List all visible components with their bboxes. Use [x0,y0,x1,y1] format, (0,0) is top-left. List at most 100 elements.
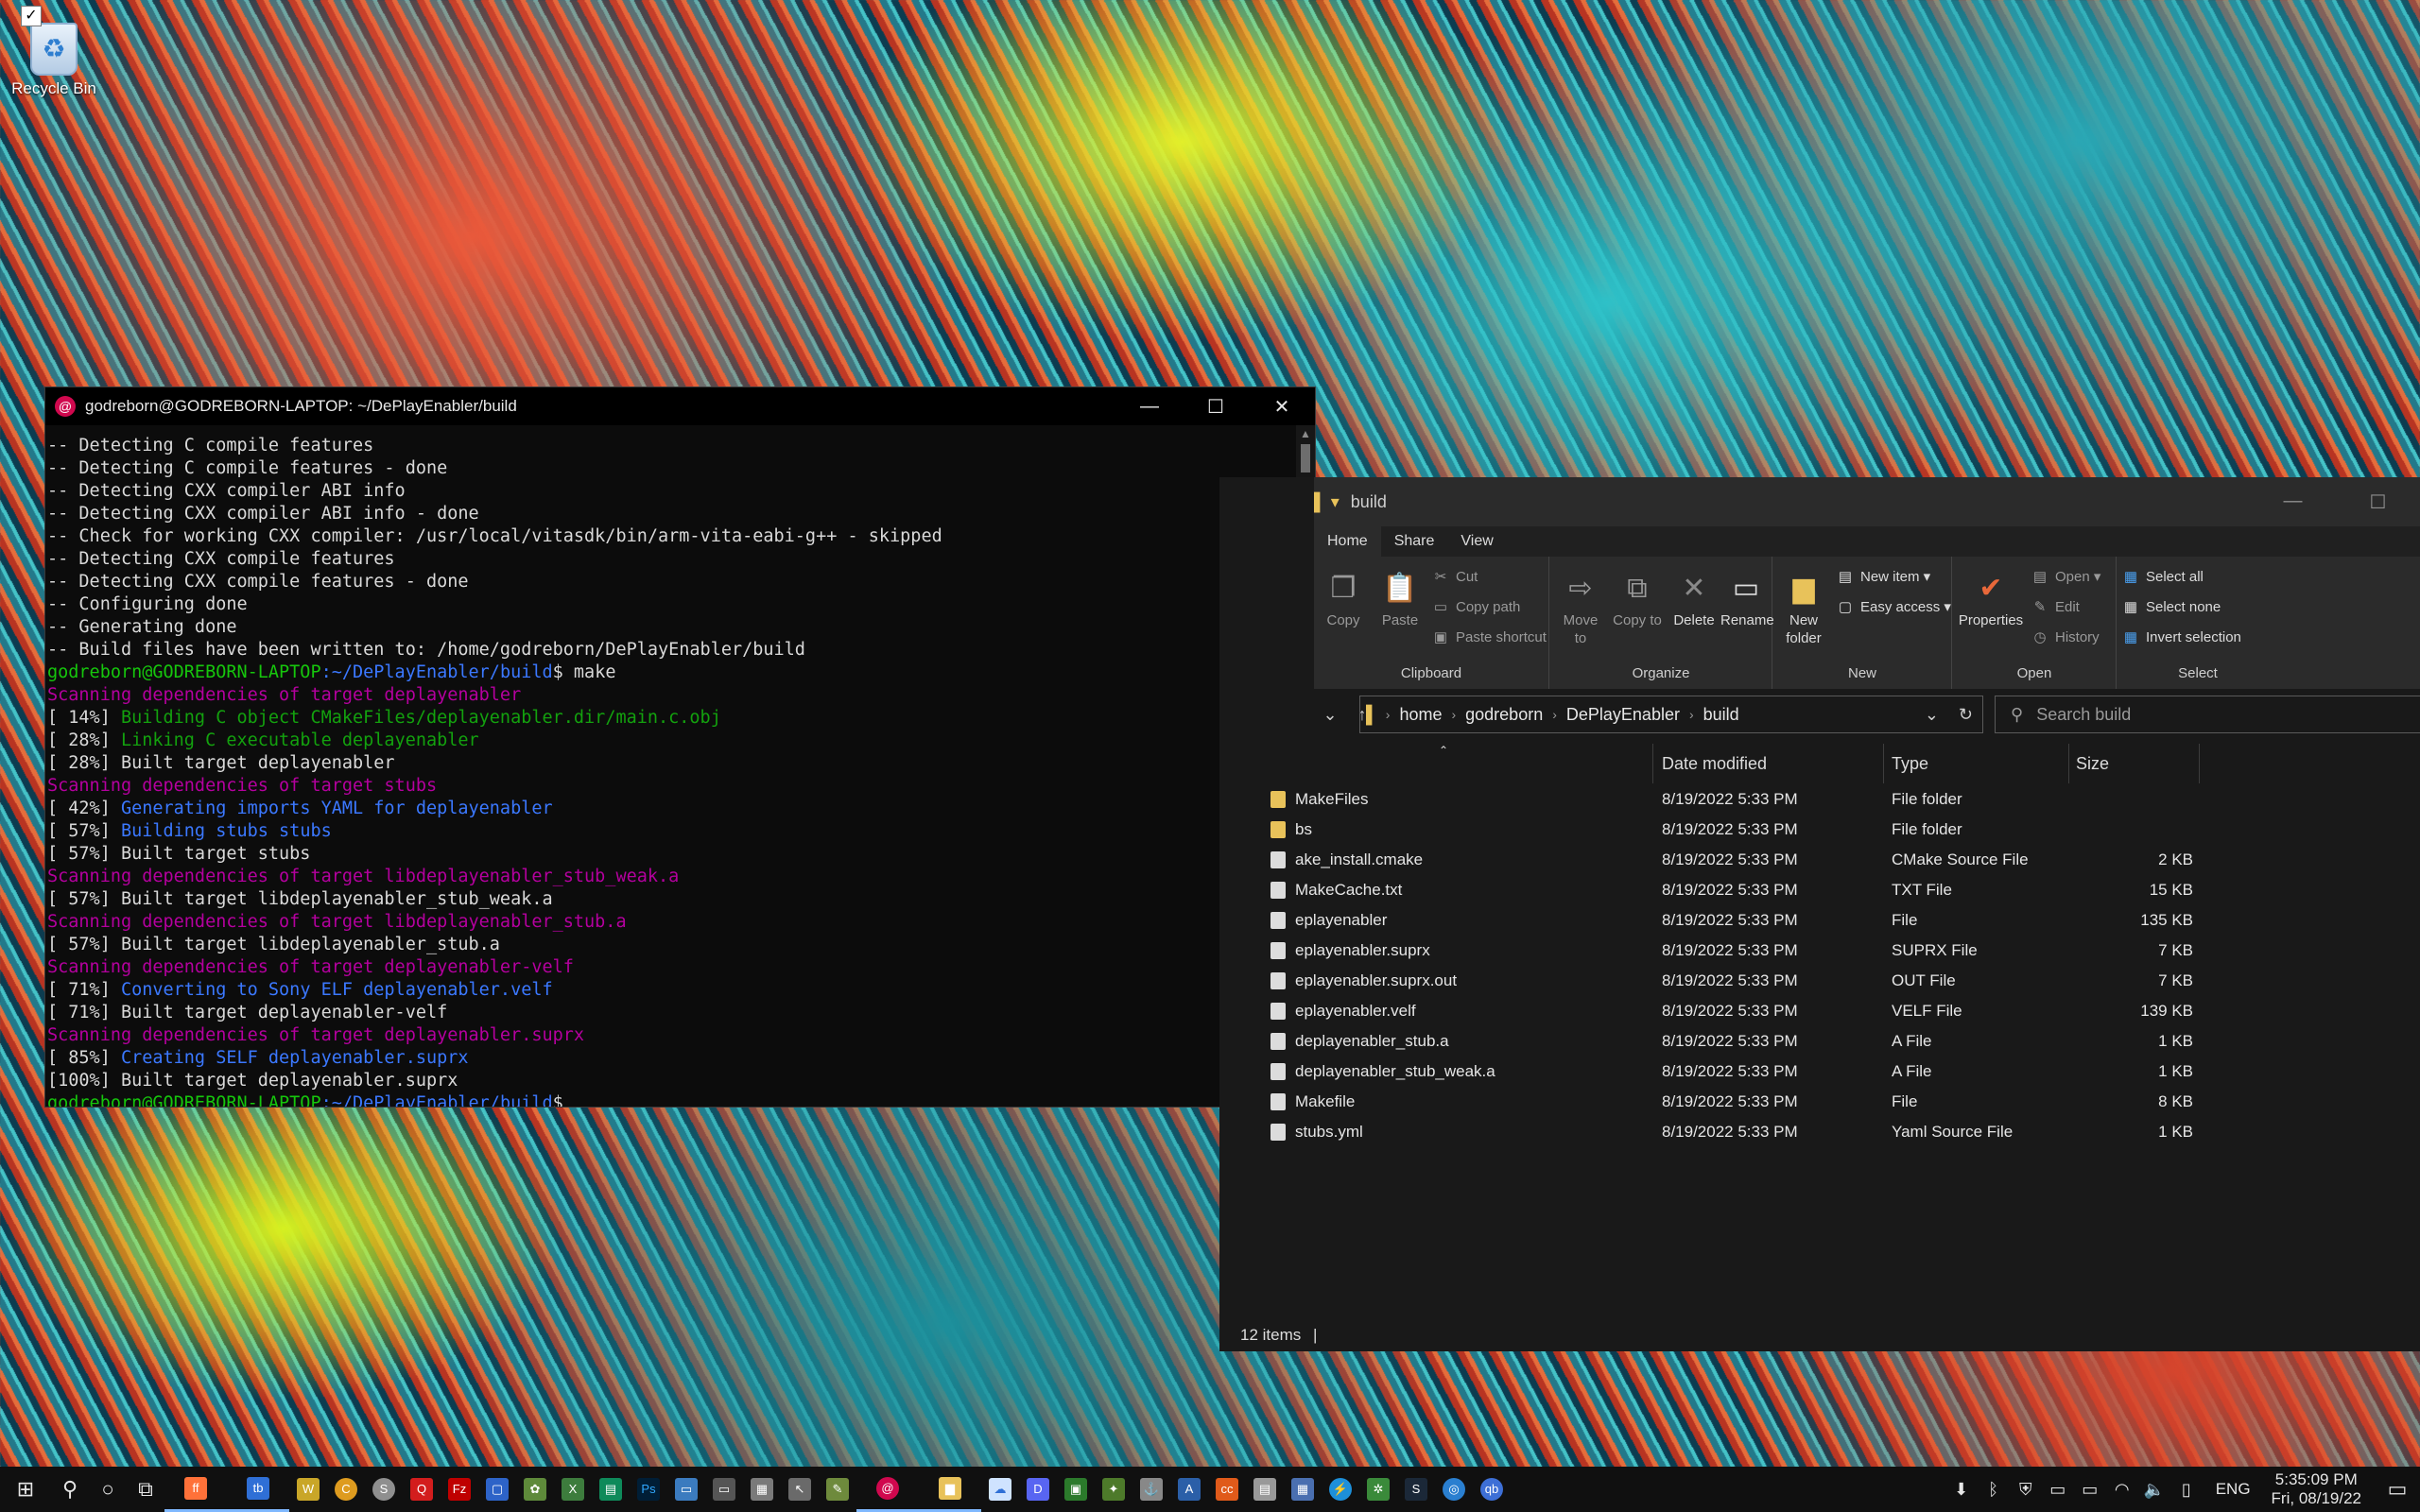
open-button[interactable]: ▤ Open ▾ [2031,568,2101,586]
new-folder-button[interactable]: ▆ New folder [1779,568,1828,647]
cortana-button[interactable]: ○ [89,1467,127,1512]
defender-icon[interactable]: ⛨ [2010,1480,2042,1500]
taskbar-app[interactable]: ☁ [981,1467,1019,1512]
app-tray-icon[interactable]: ▭ [2042,1480,2074,1500]
file-row[interactable]: deplayenabler_stub.a 8/19/2022 5:33 PM A F… [1219,1026,2420,1057]
taskbar-app[interactable]: C [327,1467,365,1512]
checkbox-icon[interactable]: ✓ [21,6,42,26]
move-to-button[interactable]: ⇨ Move to [1556,568,1605,647]
taskbar-app[interactable]: D [1019,1467,1057,1512]
language-indicator[interactable]: ENG [2216,1480,2251,1499]
minimize-button[interactable]: — [2284,490,2303,514]
breadcrumb-home[interactable]: home [1399,705,1442,725]
copy-to-button[interactable]: ⧉ Copy to [1613,568,1662,629]
notification-icon[interactable]: ▭ [2375,1477,2420,1502]
tab-view[interactable]: View [1447,526,1506,557]
terminal-titlebar[interactable]: @ godreborn@GODREBORN-LAPTOP: ~/DePlayEn… [45,387,1315,425]
taskbar-app[interactable]: cc [1208,1467,1246,1512]
file-row[interactable]: eplayenabler 8/19/2022 5:33 PM File 135 KB [1219,905,2420,936]
copy-path-button[interactable]: ▭ Copy path [1431,598,1520,616]
taskbar-app[interactable]: ▢ [478,1467,516,1512]
taskbar-app[interactable]: X [554,1467,592,1512]
scrollbar-thumb[interactable] [1301,444,1310,472]
taskbar-app[interactable]: S [1397,1467,1435,1512]
file-row[interactable]: stubs.yml 8/19/2022 5:33 PM Yaml Source Fi… [1219,1117,2420,1147]
volume-icon[interactable]: 🔈 [2138,1480,2170,1500]
taskbar-app[interactable]: ⚡ [1322,1467,1359,1512]
taskbar-terminal[interactable]: @ [856,1467,919,1512]
taskbar-app[interactable]: ↖ [781,1467,819,1512]
delete-button[interactable]: ✕ Delete [1669,568,1719,629]
file-row[interactable]: bs 8/19/2022 5:33 PM File folder [1219,815,2420,845]
taskbar-app[interactable]: S [365,1467,403,1512]
column-name[interactable]: ⌃ [1219,744,1653,783]
edit-button[interactable]: ✎ Edit [2031,598,2080,616]
refresh-icon[interactable]: ↻ [1959,705,1973,725]
taskbar-app[interactable]: A [1170,1467,1208,1512]
terminal-output[interactable]: -- Detecting C compile features -- Detect… [45,425,1296,1107]
taskbar-app[interactable]: ▭ [667,1467,705,1512]
taskbar-app[interactable]: ✿ [516,1467,554,1512]
taskbar-app[interactable]: qb [1473,1467,1511,1512]
explorer-titlebar[interactable]: ▌ ▾ build — ☐ [1314,477,2420,526]
column-size[interactable]: Size [2068,744,2200,783]
maximize-button[interactable]: ☐ [2370,490,2387,514]
breadcrumb-deplayenabler[interactable]: DePlayEnabler [1566,705,1680,725]
taskbar-app[interactable]: ▤ [1246,1467,1284,1512]
invert-selection-button[interactable]: ▦ Invert selection [2121,628,2241,646]
chevron-down-icon[interactable]: ⌄ [1925,705,1939,725]
taskbar-app[interactable]: ✦ [1095,1467,1132,1512]
taskbar-app[interactable]: ✲ [1359,1467,1397,1512]
taskbar-app[interactable]: ▤ [592,1467,630,1512]
taskbar-app[interactable]: Q [403,1467,441,1512]
taskbar-app[interactable]: W [289,1467,327,1512]
tab-share[interactable]: Share [1381,526,1448,557]
taskbar-app[interactable]: ✎ [819,1467,856,1512]
recent-locations-icon[interactable]: ⌄ [1314,705,1346,725]
taskbar-firefox[interactable]: ff [164,1467,227,1512]
taskbar-app[interactable]: ▦ [1284,1467,1322,1512]
search-input[interactable]: ⚲ Search build [1995,696,2420,733]
taskbar-app[interactable]: ◎ [1435,1467,1473,1512]
maximize-button[interactable]: ☐ [1183,387,1249,425]
clock[interactable]: 5:35:09 PM Fri, 08/19/22 [2272,1470,2361,1508]
taskbar-app[interactable]: ▣ [1057,1467,1095,1512]
history-button[interactable]: ◷ History [2031,628,2099,646]
new-item-button[interactable]: ▤ New item ▾ [1836,568,1930,586]
select-none-button[interactable]: ▦ Select none [2121,598,2221,616]
file-row[interactable]: MakeFiles 8/19/2022 5:33 PM File folder [1219,784,2420,815]
column-date-modified[interactable]: Date modified [1654,744,1884,783]
taskbar-app[interactable]: ▭ [705,1467,743,1512]
taskbar-app[interactable]: ⚓ [1132,1467,1170,1512]
rename-button[interactable]: ▭ Rename [1720,568,1774,629]
breadcrumb-build[interactable]: build [1703,705,1739,725]
copy-button[interactable]: ❐ Copy [1320,568,1367,629]
taskbar-thunderbird[interactable]: tb [227,1467,289,1512]
file-row[interactable]: Makefile 8/19/2022 5:33 PM File 8 KB [1219,1087,2420,1117]
close-button[interactable]: ✕ [1249,387,1315,425]
tab-home[interactable]: Home [1314,526,1381,557]
taskbar-app[interactable]: Fz [441,1467,478,1512]
minimize-button[interactable]: — [1116,387,1183,425]
paste-button[interactable]: 📋 Paste [1376,568,1424,629]
column-type[interactable]: Type [1884,744,2069,783]
taskbar-app[interactable]: Ps [630,1467,667,1512]
address-bar[interactable]: ▌ › home › godreborn › DePlayEnabler › b… [1359,696,1983,733]
bluetooth-icon[interactable]: ᛒ [1978,1480,2010,1500]
properties-button[interactable]: ✔ Properties [1957,568,2025,629]
download-icon[interactable]: ⬇ [1945,1480,1978,1500]
taskbar-app[interactable]: ▦ [743,1467,781,1512]
breadcrumb-godreborn[interactable]: godreborn [1465,705,1543,725]
recycle-bin-desktop-icon[interactable]: ✓ ♻ Recycle Bin [9,6,98,98]
search-button[interactable]: ⚲ [51,1467,89,1512]
task-view-button[interactable]: ⧉ [127,1467,164,1512]
cut-button[interactable]: ✂ Cut [1431,568,1478,586]
scroll-up-icon[interactable]: ▲ [1296,427,1315,440]
usb-icon[interactable]: ▯ [2170,1480,2203,1500]
taskbar-explorer[interactable]: ▆ [919,1467,981,1512]
file-explorer-window[interactable]: ▌ ▾ build — ☐ Home Share View ❐ Copy 📋 Past… [1219,477,2420,1351]
wifi-icon[interactable]: ◠ [2106,1480,2138,1500]
file-row[interactable]: ake_install.cmake 8/19/2022 5:33 PM CMake … [1219,845,2420,875]
file-row[interactable]: eplayenabler.velf 8/19/2022 5:33 PM VELF F… [1219,996,2420,1026]
battery-icon[interactable]: ▭ [2074,1480,2106,1500]
